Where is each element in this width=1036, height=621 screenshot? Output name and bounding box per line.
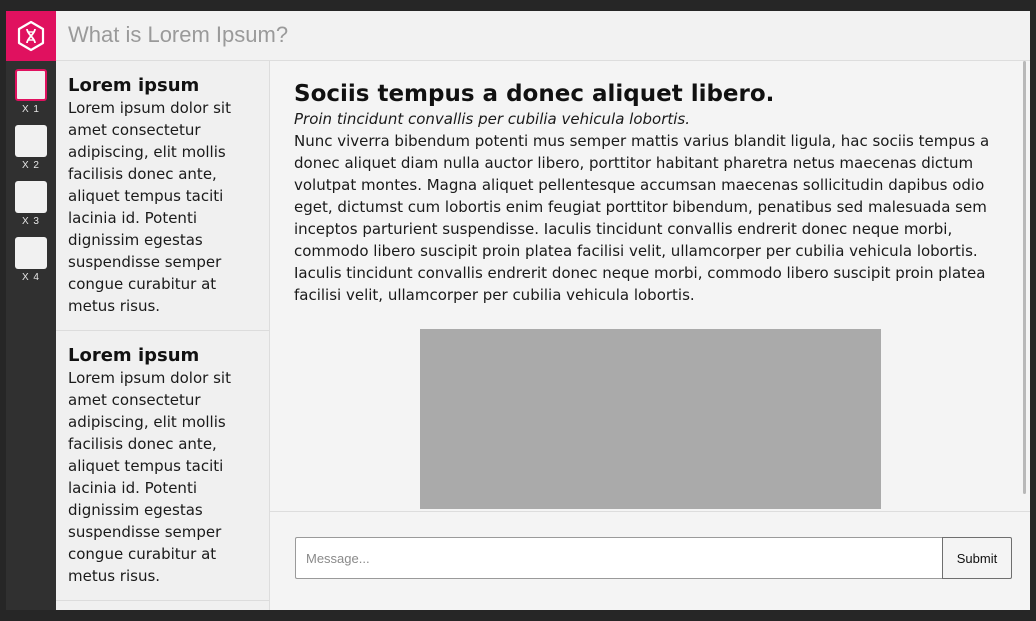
rail-item-label: X 2: [21, 160, 40, 171]
rail-item-2[interactable]: X 2: [15, 125, 47, 171]
list-item-text: Lorem ipsum dolor sit amet consectetur a…: [68, 99, 231, 315]
rail-item-label: X 1: [21, 104, 40, 115]
message-composer: Submit: [270, 511, 1030, 610]
list-item-title: Lorem ipsum: [68, 75, 200, 96]
rail-item-thumbnail: [15, 69, 47, 101]
list-item[interactable]: Lorem ipsum Lorem ipsum dolor sit amet c…: [56, 331, 269, 601]
article: Sociis tempus a donec aliquet libero. Pr…: [294, 79, 998, 306]
left-rail: X 1 X 2 X 3 X 4: [6, 11, 56, 610]
content-scrollbar[interactable]: [1023, 61, 1026, 494]
submit-button[interactable]: Submit: [942, 537, 1012, 579]
item-list[interactable]: Lorem ipsum Lorem ipsum dolor sit amet c…: [56, 61, 270, 610]
list-item[interactable]: Lorem ipsum Lorem ipsum dolor sit amet c…: [56, 61, 269, 331]
list-item-text: Lorem ipsum dolor sit amet consectetur a…: [68, 369, 231, 585]
hexagon-dna-icon: [17, 20, 45, 52]
rail-item-thumbnail: [15, 181, 47, 213]
rail-item-thumbnail: [15, 237, 47, 269]
article-subtitle: Proin tincidunt convallis per cubilia ve…: [294, 110, 690, 128]
app-logo[interactable]: [6, 11, 56, 61]
page-title: What is Lorem Ipsum?: [68, 22, 289, 47]
rail-item-label: X 4: [21, 272, 40, 283]
rail-item-4[interactable]: X 4: [15, 237, 47, 283]
message-input[interactable]: [295, 537, 943, 579]
top-bar: What is Lorem Ipsum?: [56, 11, 1030, 61]
content-pane: Sociis tempus a donec aliquet libero. Pr…: [270, 61, 1030, 511]
rail-item-1[interactable]: X 1: [15, 69, 47, 115]
rail-item-thumbnail: [15, 125, 47, 157]
rail-item-label: X 3: [21, 216, 40, 227]
image-placeholder: [420, 329, 881, 509]
article-body: Nunc viverra bibendum potenti mus semper…: [294, 132, 990, 304]
app-window: X 1 X 2 X 3 X 4 What is Lorem Ipsum? Lor…: [6, 11, 1030, 610]
list-item-title: Lorem ipsum: [68, 345, 200, 366]
article-title: Sociis tempus a donec aliquet libero.: [294, 81, 775, 107]
rail-item-3[interactable]: X 3: [15, 181, 47, 227]
